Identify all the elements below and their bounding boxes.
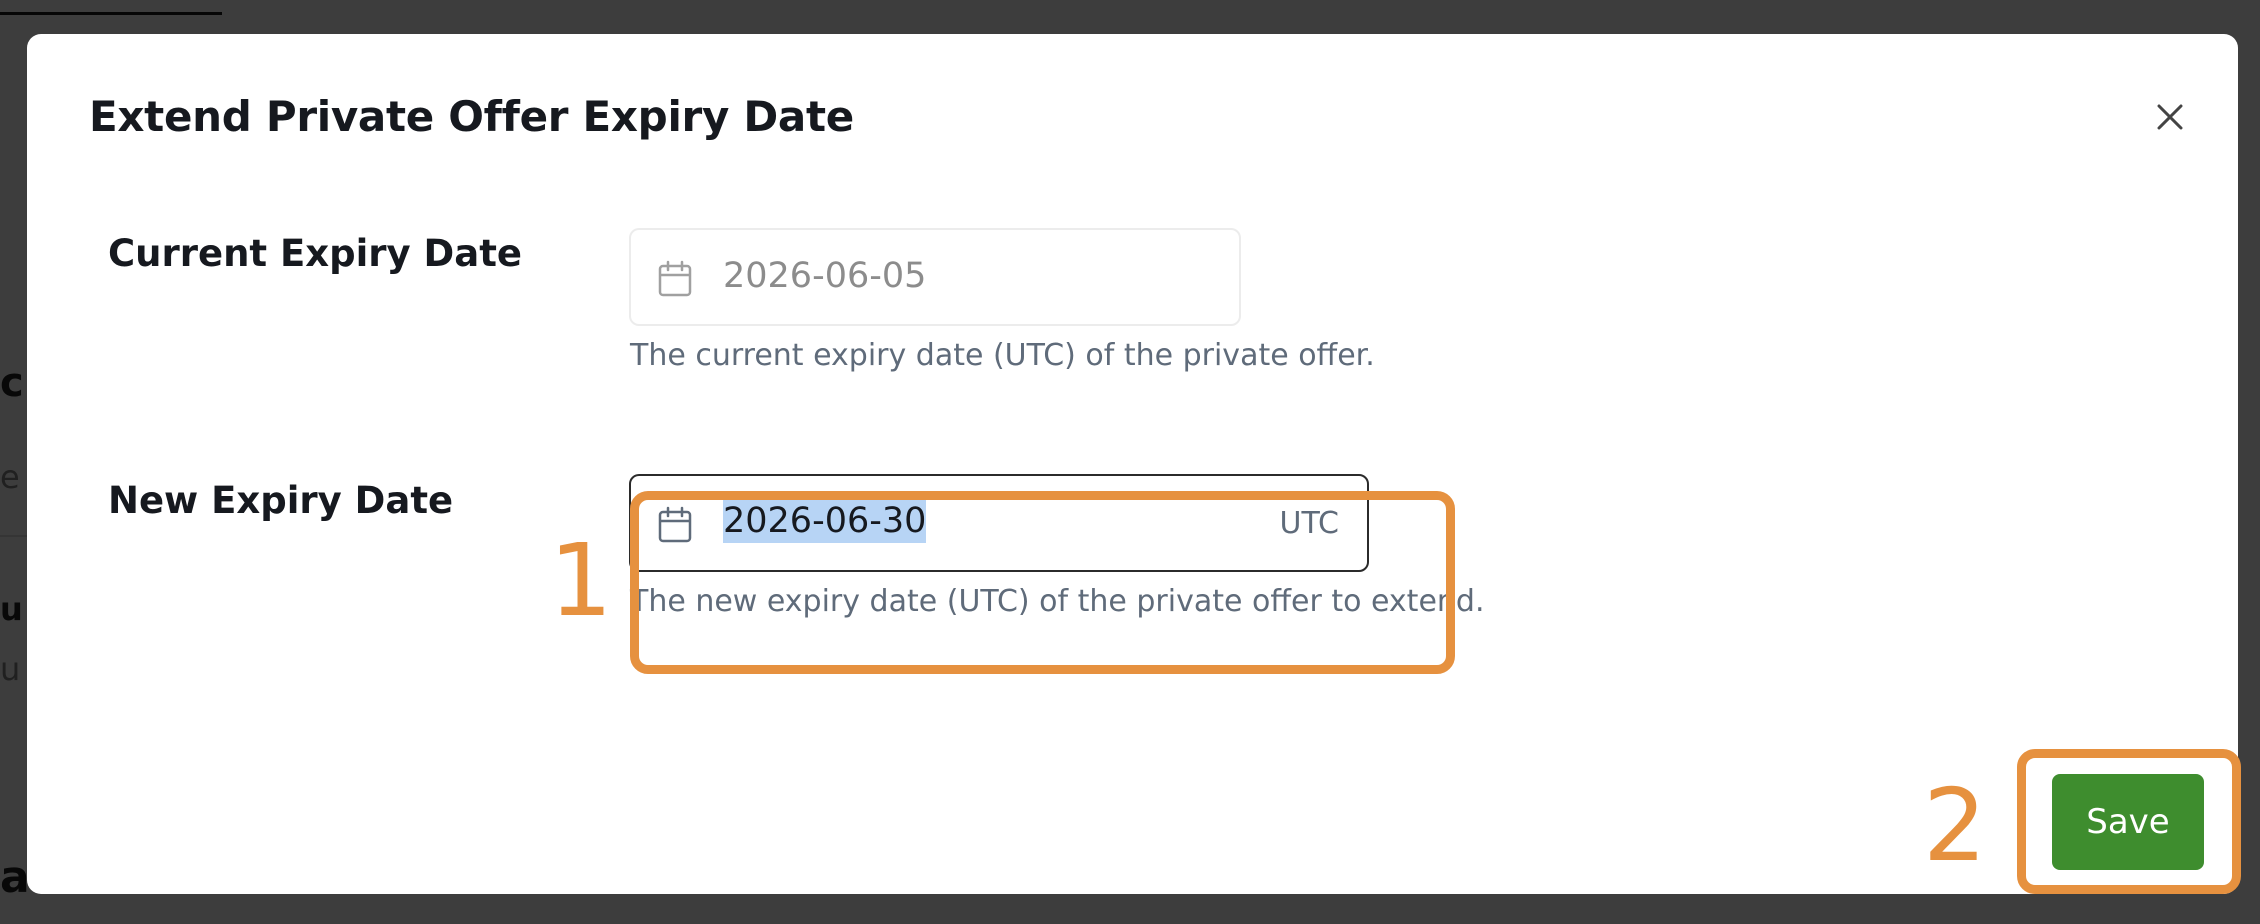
close-icon: [2157, 104, 2183, 130]
calendar-icon: [658, 260, 692, 297]
annotation-step-1-number: 1: [549, 522, 613, 639]
modal-title: Extend Private Offer Expiry Date: [89, 92, 854, 141]
annotation-highlight-step-1: [630, 491, 1455, 674]
current-expiry-label: Current Expiry Date: [108, 232, 523, 275]
close-button[interactable]: [2147, 94, 2193, 140]
current-expiry-value: 2026-06-05: [723, 256, 927, 296]
new-expiry-label: New Expiry Date: [108, 479, 454, 522]
extend-expiry-modal: Extend Private Offer Expiry Date Current…: [27, 34, 2241, 894]
current-expiry-field: 2026-06-05: [629, 228, 1241, 326]
current-expiry-help: The current expiry date (UTC) of the pri…: [630, 338, 1375, 373]
annotation-highlight-step-2: [2017, 749, 2241, 894]
annotation-step-2-number: 2: [1923, 767, 1987, 884]
